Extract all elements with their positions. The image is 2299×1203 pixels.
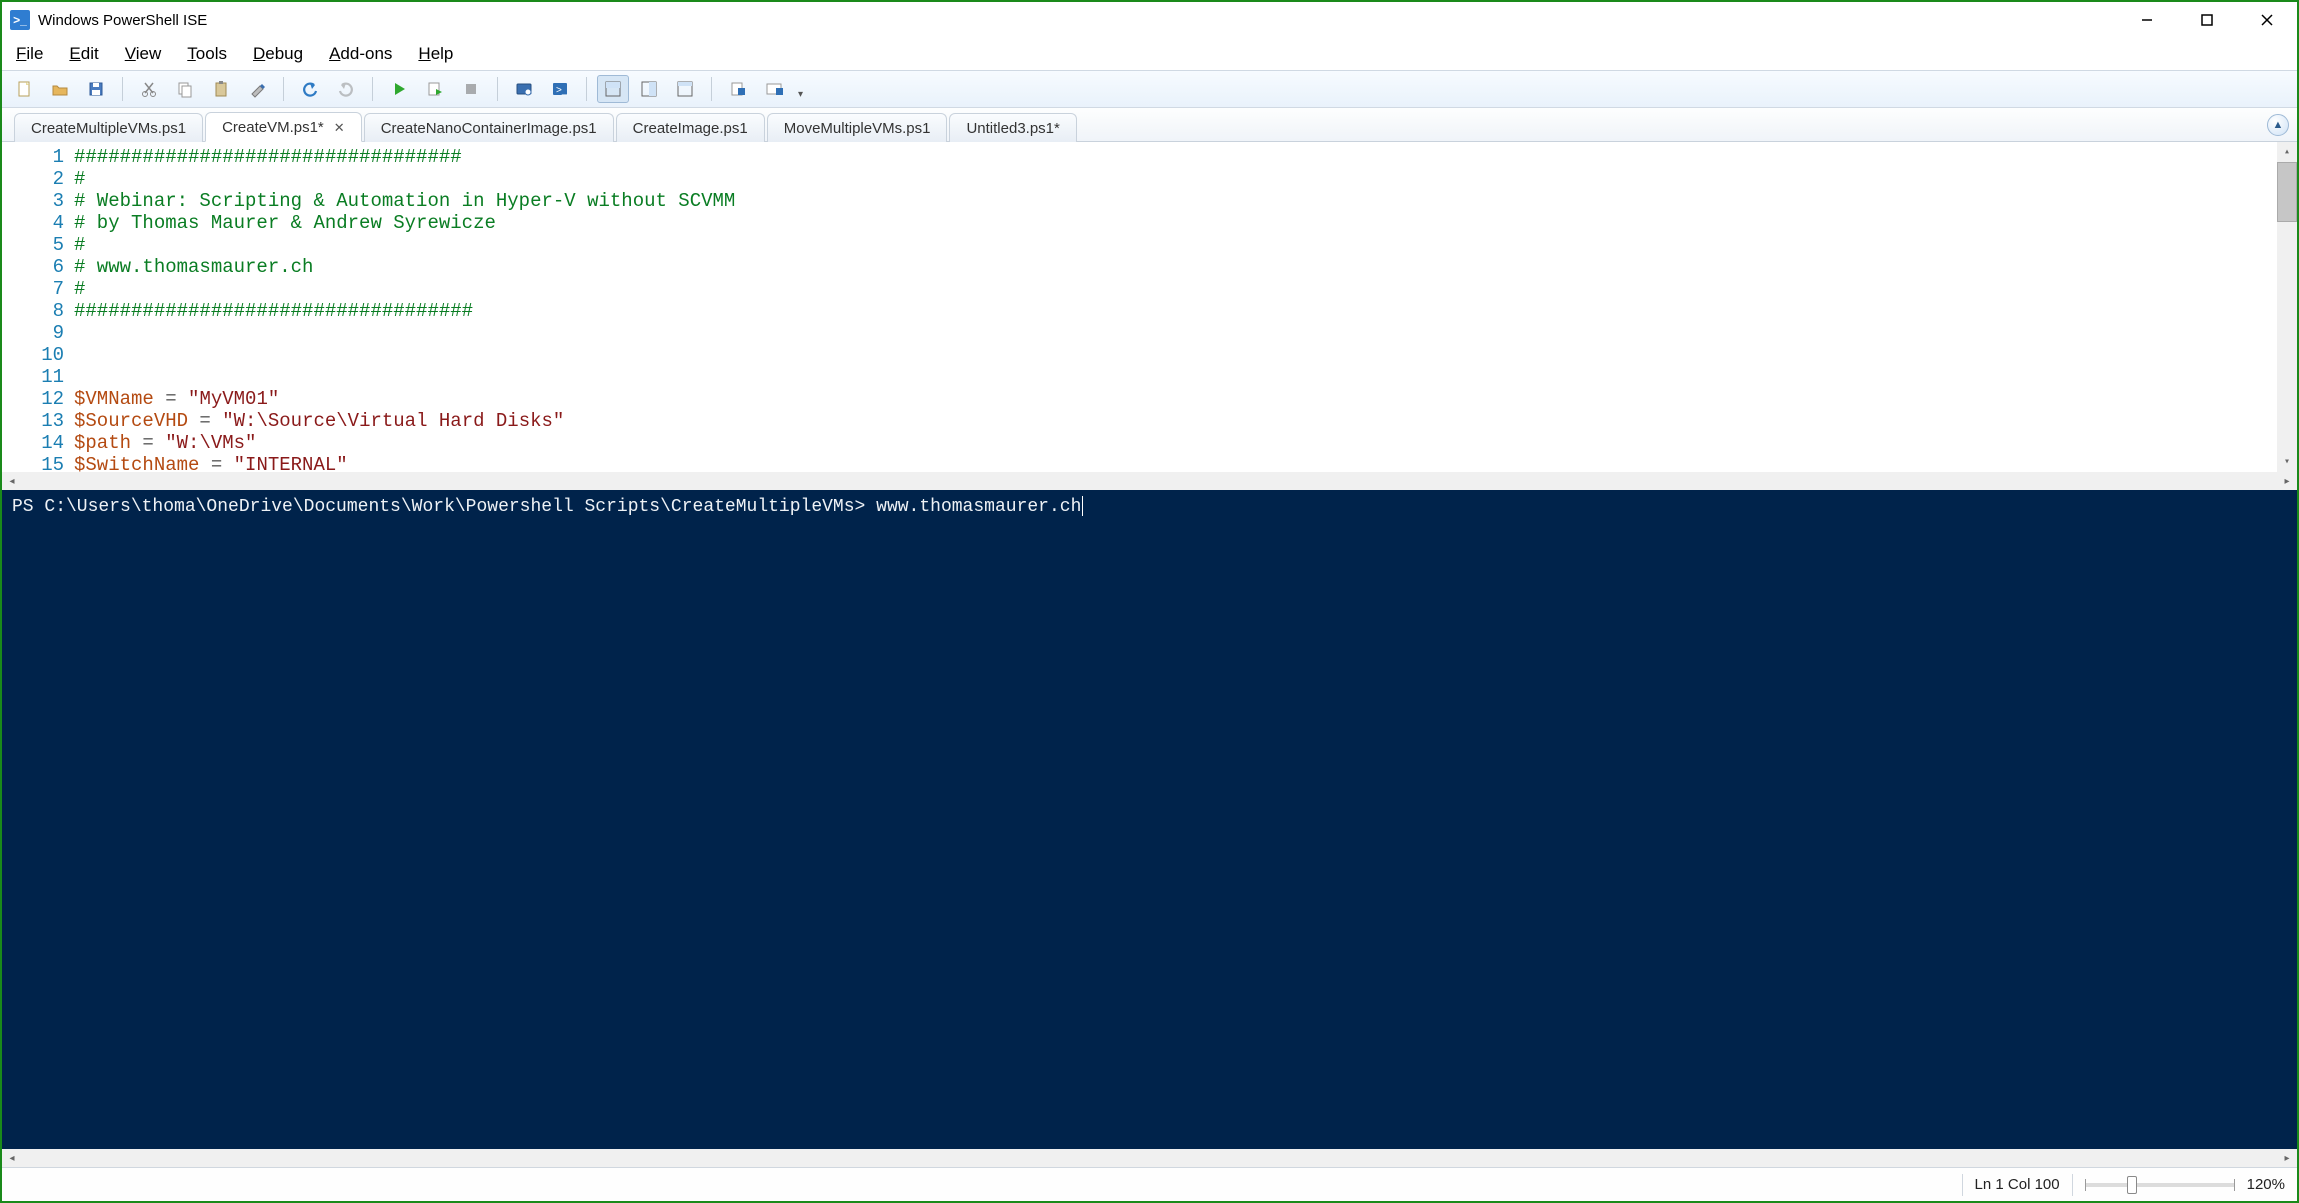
line-number-gutter: 123456789101112131415 — [2, 142, 74, 472]
app-title: Windows PowerShell ISE — [38, 12, 207, 29]
file-tab[interactable]: Untitled3.ps1* — [949, 113, 1076, 142]
close-tab-icon[interactable]: ✕ — [334, 120, 345, 135]
scroll-left-icon[interactable]: ◂ — [2, 472, 22, 490]
show-command-window-button[interactable] — [758, 75, 790, 103]
svg-text:>_: >_ — [556, 85, 568, 96]
minimize-button[interactable] — [2117, 2, 2177, 38]
file-tab[interactable]: MoveMultipleVMs.ps1 — [767, 113, 948, 142]
cursor-position: Ln 1 Col 100 — [1975, 1176, 2060, 1193]
collapse-script-pane-button[interactable]: ▲ — [2267, 114, 2289, 136]
file-tab[interactable]: CreateVM.ps1* ✕ — [205, 112, 362, 142]
tabstrip: CreateMultipleVMs.ps1CreateVM.ps1*✕Creat… — [2, 108, 2297, 142]
show-script-pane-top-button[interactable] — [597, 75, 629, 103]
text-cursor — [1082, 496, 1083, 516]
run-selection-button[interactable] — [419, 75, 451, 103]
tab-label: Untitled3.ps1* — [966, 120, 1059, 137]
undo-button[interactable] — [294, 75, 326, 103]
cut-button[interactable] — [133, 75, 165, 103]
scroll-thumb[interactable] — [2277, 162, 2297, 222]
copy-button[interactable] — [169, 75, 201, 103]
show-script-pane-max-button[interactable] — [669, 75, 701, 103]
editor-horizontal-scrollbar[interactable]: ◂ ▸ — [2, 472, 2297, 490]
tab-label: CreateImage.ps1 — [633, 120, 748, 137]
scroll-down-icon[interactable]: ▾ — [2277, 452, 2297, 472]
statusbar: Ln 1 Col 100 120% — [2, 1167, 2297, 1201]
file-tab[interactable]: CreateNanoContainerImage.ps1 — [364, 113, 614, 142]
new-file-button[interactable] — [8, 75, 40, 103]
menu-addons[interactable]: Add-ons — [323, 42, 398, 66]
show-command-addon-button[interactable] — [722, 75, 754, 103]
code-content[interactable]: #################################### Web… — [74, 142, 2277, 472]
console-pane[interactable]: PS C:\Users\thoma\OneDrive\Documents\Wor… — [2, 490, 2297, 1149]
app-icon: >_ — [10, 10, 30, 30]
zoom-thumb[interactable] — [2127, 1176, 2137, 1194]
scroll-right-icon[interactable]: ▸ — [2277, 472, 2297, 490]
menu-file[interactable]: File — [10, 42, 49, 66]
maximize-button[interactable] — [2177, 2, 2237, 38]
new-remote-tab-button[interactable] — [508, 75, 540, 103]
save-button[interactable] — [80, 75, 112, 103]
zoom-slider[interactable] — [2085, 1183, 2235, 1187]
menu-edit[interactable]: Edit — [63, 42, 104, 66]
redo-button[interactable] — [330, 75, 362, 103]
tab-label: MoveMultipleVMs.ps1 — [784, 120, 931, 137]
show-script-pane-right-button[interactable] — [633, 75, 665, 103]
run-script-button[interactable] — [383, 75, 415, 103]
file-tab[interactable]: CreateMultipleVMs.ps1 — [14, 113, 203, 142]
console-prompt: PS C:\Users\thoma\OneDrive\Documents\Wor… — [12, 497, 876, 517]
toolbar-overflow-icon[interactable]: ▾ — [798, 89, 803, 103]
script-editor[interactable]: 123456789101112131415 ##################… — [2, 142, 2297, 472]
tab-label: CreateNanoContainerImage.ps1 — [381, 120, 597, 137]
menu-view[interactable]: View — [119, 42, 168, 66]
stop-button[interactable] — [455, 75, 487, 103]
clear-button[interactable] — [241, 75, 273, 103]
zoom-level: 120% — [2247, 1176, 2285, 1193]
paste-button[interactable] — [205, 75, 237, 103]
menu-help[interactable]: Help — [412, 42, 459, 66]
editor-vertical-scrollbar[interactable]: ▴ ▾ — [2277, 142, 2297, 472]
scroll-right-icon[interactable]: ▸ — [2277, 1149, 2297, 1167]
file-tab[interactable]: CreateImage.ps1 — [616, 113, 765, 142]
open-file-button[interactable] — [44, 75, 76, 103]
titlebar: >_ Windows PowerShell ISE — [2, 2, 2297, 38]
start-powershell-button[interactable]: >_ — [544, 75, 576, 103]
scroll-left-icon[interactable]: ◂ — [2, 1149, 22, 1167]
toolbar: >_ ▾ — [2, 70, 2297, 108]
menu-tools[interactable]: Tools — [181, 42, 233, 66]
window-controls — [2117, 2, 2297, 38]
close-button[interactable] — [2237, 2, 2297, 38]
tab-label: CreateVM.ps1* — [222, 119, 324, 136]
menu-debug[interactable]: Debug — [247, 42, 309, 66]
menubar: File Edit View Tools Debug Add-ons Help — [2, 38, 2297, 70]
console-input[interactable]: www.thomasmaurer.ch — [876, 497, 1081, 517]
scroll-up-icon[interactable]: ▴ — [2277, 142, 2297, 162]
console-horizontal-scrollbar[interactable]: ◂ ▸ — [2, 1149, 2297, 1167]
app-window: >_ Windows PowerShell ISE File Edit View… — [0, 0, 2299, 1203]
tab-label: CreateMultipleVMs.ps1 — [31, 120, 186, 137]
